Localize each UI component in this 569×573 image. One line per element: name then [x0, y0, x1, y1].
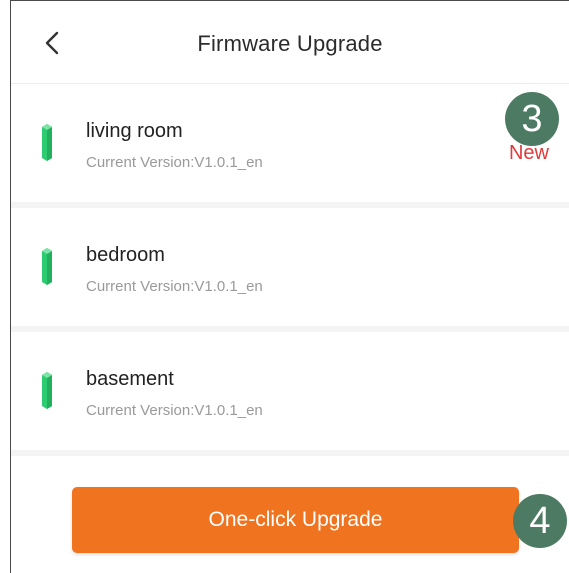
device-name: bedroom — [86, 244, 165, 266]
page-title: Firmware Upgrade — [197, 31, 383, 56]
one-click-upgrade-button[interactable]: One-click Upgrade — [72, 487, 519, 553]
device-version: Current Version:V1.0.1_en — [86, 402, 263, 419]
annotation-badge-3: 3 — [505, 92, 559, 146]
sensor-device-icon — [42, 124, 52, 161]
device-row-bedroom[interactable]: bedroom Current Version:V1.0.1_en — [11, 208, 569, 332]
device-version: Current Version:V1.0.1_en — [86, 154, 263, 171]
device-name: living room — [86, 120, 183, 142]
firmware-upgrade-screen: Firmware Upgrade living room Current Ver… — [10, 0, 569, 573]
sensor-device-icon — [42, 248, 52, 285]
device-name: basement — [86, 368, 174, 390]
device-list: living room Current Version:V1.0.1_en 3 … — [11, 84, 569, 456]
header: Firmware Upgrade — [11, 1, 569, 84]
device-row-basement[interactable]: basement Current Version:V1.0.1_en — [11, 332, 569, 456]
device-version: Current Version:V1.0.1_en — [86, 278, 263, 295]
device-row-living-room[interactable]: living room Current Version:V1.0.1_en 3 … — [11, 84, 569, 208]
sensor-device-icon — [42, 372, 52, 409]
annotation-badge-4: 4 — [513, 494, 567, 548]
new-badge: New — [508, 142, 549, 164]
